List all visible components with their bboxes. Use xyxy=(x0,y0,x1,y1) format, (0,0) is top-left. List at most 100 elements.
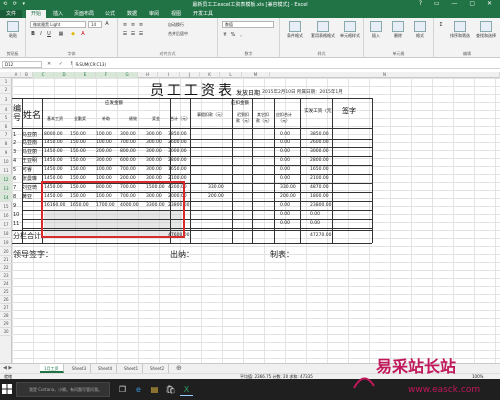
salary-cell[interactable]: 300.00 xyxy=(120,131,136,139)
row-header-17[interactable]: 17 xyxy=(0,220,12,229)
salary-cell[interactable]: 100.00 xyxy=(96,166,112,174)
comma-icon[interactable]: , xyxy=(238,32,244,38)
underline-icon[interactable]: U xyxy=(46,31,52,37)
row-header-27[interactable]: 27 xyxy=(0,304,12,312)
number-format-combo[interactable]: 数值 xyxy=(222,21,274,28)
deduction-total-cell[interactable]: 200.00 xyxy=(280,193,296,201)
ribbon-tab[interactable]: 插入 xyxy=(48,10,68,18)
actual-pay-cell[interactable]: 2800.00 xyxy=(310,157,329,165)
row-header-25[interactable]: 25 xyxy=(0,288,12,296)
row-header-11[interactable]: 11 xyxy=(0,166,12,175)
row-header-5[interactable]: 5 xyxy=(0,114,12,122)
row-header-15[interactable]: 15 xyxy=(0,202,12,211)
row-header-9[interactable]: 9 xyxy=(0,148,12,157)
salary-cell[interactable]: 300.00 xyxy=(146,139,162,147)
row-header-16[interactable]: 16 xyxy=(0,211,12,220)
salary-cell[interactable]: 200.00 xyxy=(96,148,112,156)
sheet-tab[interactable]: Sheet4 xyxy=(94,364,118,373)
deduction-total-cell[interactable]: 0.00 xyxy=(280,202,290,210)
delete-cells-button[interactable]: 删除 xyxy=(388,21,408,39)
excel-taskbar-icon[interactable]: X xyxy=(180,383,193,396)
align-left-icon[interactable]: ☰ xyxy=(122,31,128,37)
row-header-13[interactable]: 13 xyxy=(0,184,12,193)
font-color-icon[interactable]: A xyxy=(80,31,86,37)
windows-start-icon[interactable] xyxy=(2,384,12,394)
ribbon-tab[interactable]: 开始 xyxy=(26,10,46,18)
row-header-24[interactable]: 24 xyxy=(0,280,12,288)
row-header-12[interactable]: 12 xyxy=(0,175,12,184)
salary-cell[interactable]: 8000.00 xyxy=(44,131,63,139)
currency-icon[interactable]: ¥ xyxy=(222,32,228,38)
row-header-28[interactable]: 28 xyxy=(0,312,12,320)
border-icon[interactable]: ▦ xyxy=(58,31,64,37)
row-header-19[interactable]: 19 xyxy=(0,238,12,247)
deduction-total-cell[interactable]: 0.00 xyxy=(280,148,290,156)
row-header-18[interactable]: 18 xyxy=(0,229,12,238)
salary-cell[interactable]: 700.00 xyxy=(120,139,136,147)
font-name-combo[interactable]: 微软雅黑 Light xyxy=(30,21,86,28)
actual-pay-cell[interactable]: 3000.00 xyxy=(310,148,329,156)
salary-cell[interactable]: 300.00 xyxy=(146,148,162,156)
deduction-total-cell[interactable]: 0.00 xyxy=(280,220,290,228)
sheet-tab[interactable]: Sheet2 xyxy=(146,364,170,373)
salary-cell[interactable]: 600.00 xyxy=(120,157,136,165)
align-center-icon[interactable]: ☰ xyxy=(130,31,136,37)
actual-pay-cell[interactable]: 0.00 xyxy=(310,220,320,228)
formula-input[interactable]: =SUM(C9:C13) xyxy=(72,61,496,68)
salary-cell[interactable]: 150.00 xyxy=(70,131,86,139)
sheet-nav-arrows[interactable]: ◀ ▶ xyxy=(3,364,12,373)
salary-cell[interactable]: 1450.00 xyxy=(44,166,63,174)
actual-pay-cell[interactable]: 1800.00 xyxy=(310,193,329,201)
sheet-tab[interactable]: Sheet1 xyxy=(120,364,144,373)
table-format-button[interactable]: 套用表格格式 xyxy=(309,21,337,39)
row-header-2[interactable]: 2 xyxy=(0,86,12,94)
sort-filter-button[interactable]: 排序和筛选 xyxy=(448,21,472,39)
employee-name[interactable]: 可睿 xyxy=(22,166,32,174)
deduction-total-cell[interactable]: 0.00 xyxy=(280,166,290,174)
file-explorer-icon[interactable]: ▤ xyxy=(148,383,161,396)
find-select-button[interactable]: 查找和选择 xyxy=(474,21,498,39)
cortana-search-box[interactable]: 我是 Cortana，小娜。有问题尽管问我。 xyxy=(16,382,110,397)
employee-name[interactable]: 马亚丽 xyxy=(22,148,37,156)
employee-name[interactable]: 黄亚 xyxy=(22,193,32,201)
ribbon-tab[interactable]: 公式 xyxy=(100,10,120,18)
deduction-total-cell[interactable]: 0.00 xyxy=(280,157,290,165)
increase-font-icon[interactable]: A xyxy=(104,21,110,27)
salary-cell[interactable]: 150.00 xyxy=(70,139,86,147)
salary-cell[interactable]: 100.00 xyxy=(96,139,112,147)
edge-browser-icon[interactable]: e xyxy=(132,383,145,396)
cell-styles-button[interactable]: 单元格样式 xyxy=(337,21,363,39)
salary-cell[interactable]: 150.00 xyxy=(70,166,86,174)
store-icon[interactable]: 🛍 xyxy=(164,383,177,396)
align-bottom-icon[interactable]: ≡ xyxy=(138,22,144,28)
row-header-1[interactable]: 1 xyxy=(0,78,12,86)
add-sheet-icon[interactable]: ⊕ xyxy=(176,364,182,373)
row-header-30[interactable]: 30 xyxy=(0,328,12,336)
font-size-combo[interactable]: 14 xyxy=(88,21,102,28)
fill-color-icon[interactable]: ◆ xyxy=(70,31,76,37)
employee-name[interactable]: 马亚南 xyxy=(22,139,37,147)
actual-pay-cell[interactable]: 23800.00 xyxy=(310,202,331,210)
align-top-icon[interactable]: ≡ xyxy=(122,22,128,28)
align-middle-icon[interactable]: ≡ xyxy=(130,22,136,28)
salary-cell[interactable]: 800.00 xyxy=(120,148,136,156)
row-header-14[interactable]: 14 xyxy=(0,193,12,202)
row-header-7[interactable]: 7 xyxy=(0,131,12,139)
deduction-total-cell[interactable]: 330.00 xyxy=(280,184,296,192)
row-header-23[interactable]: 23 xyxy=(0,272,12,280)
employee-name[interactable]: 张曼琳 xyxy=(22,175,37,183)
deduction-total-cell[interactable]: 0.00 xyxy=(280,211,290,219)
actual-pay-cell[interactable]: 3850.00 xyxy=(310,131,329,139)
sheet-tab[interactable]: 1月工资 xyxy=(40,364,64,373)
actual-pay-cell[interactable]: 1650.00 xyxy=(310,166,329,174)
row-header-4[interactable]: 4 xyxy=(0,105,12,114)
row-header-8[interactable]: 8 xyxy=(0,139,12,148)
sheet-tab[interactable]: Sheet3 xyxy=(68,364,92,373)
conditional-format-button[interactable]: 条件格式 xyxy=(282,21,308,39)
salary-cell[interactable]: 150.00 xyxy=(70,157,86,165)
employee-name[interactable]: 马亚丽 xyxy=(22,131,37,139)
ribbon-tab[interactable]: 开发工具 xyxy=(188,10,218,18)
autosum-icon[interactable]: Σ xyxy=(438,22,444,28)
salary-cell[interactable]: 150.00 xyxy=(70,148,86,156)
ribbon-tab[interactable]: 页面布局 xyxy=(70,10,98,18)
